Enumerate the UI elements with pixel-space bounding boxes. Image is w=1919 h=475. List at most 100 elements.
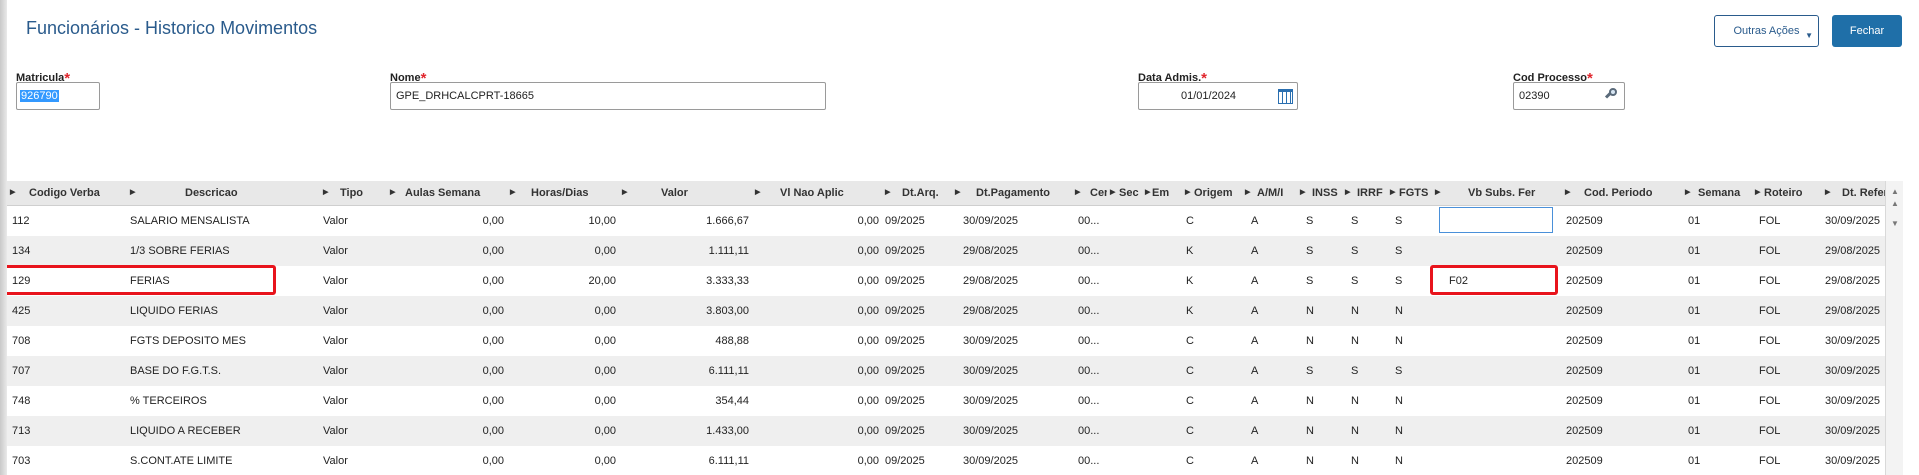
column-header[interactable]: ▶ Semana (1682, 181, 1752, 205)
table-cell: S (1395, 275, 1403, 287)
column-header[interactable]: ▶ Tipo (320, 181, 387, 205)
table-cell: 01 (1688, 365, 1701, 377)
table-cell: N (1306, 455, 1314, 467)
column-header-label: Horas/Dias (531, 187, 589, 199)
column-header[interactable]: ▶ Sec (1107, 181, 1142, 205)
outras-acoes-button[interactable]: Outras Ações ▼ (1714, 15, 1819, 47)
table-row[interactable]: 707 BASE DO F.G.T.S. Valor 0,00 0,00 6.111,11… (7, 356, 1903, 386)
search-icon[interactable] (1604, 88, 1618, 100)
column-header[interactable]: ▶ Cer (1072, 181, 1107, 205)
table-cell: 0,00 (482, 425, 504, 437)
table-cell: S (1306, 215, 1314, 227)
table-cell: FGTS DEPOSITO MES (130, 335, 246, 347)
table-cell: 00... (1078, 365, 1100, 377)
vertical-scrollbar[interactable]: ▲ ▲ ▼ (1885, 181, 1903, 475)
calendar-icon[interactable] (1278, 89, 1293, 104)
table-cell: K (1186, 275, 1194, 287)
column-header[interactable]: ▶ Roteiro (1752, 181, 1822, 205)
column-header[interactable]: ▶ A/M/I (1242, 181, 1297, 205)
highlight-box-descricao (7, 265, 276, 295)
table-cell: S (1351, 215, 1359, 227)
table-row[interactable]: 703 S.CONT.ATE LIMITE Valor 0,00 0,00 6.111,1… (7, 446, 1903, 475)
vb-subs-fer-edit-cell[interactable] (1439, 207, 1553, 233)
column-header[interactable]: ▶ Valor (619, 181, 752, 205)
column-header[interactable]: ▶ Dt.Arq. (882, 181, 952, 205)
table-cell: 0,00 (857, 455, 879, 467)
column-header[interactable]: ▶ Em (1142, 181, 1182, 205)
table-cell: A (1251, 215, 1259, 227)
column-header[interactable]: ▶ Dt.Pagamento (952, 181, 1072, 205)
table-cell (1449, 356, 1573, 386)
table-cell: S (1395, 365, 1403, 377)
data-admis-field[interactable]: 01/01/2024 (1138, 82, 1298, 110)
nome-field[interactable]: GPE_DRHCALCPRT-18665 (390, 82, 826, 110)
column-header-label: Em (1152, 187, 1170, 199)
table-cell: LIQUIDO A RECEBER (130, 425, 241, 437)
table-cell: 01 (1688, 305, 1701, 317)
table-cell: 112 (12, 215, 30, 227)
table-cell: 0,00 (482, 395, 504, 407)
nome-value: GPE_DRHCALCPRT-18665 (396, 90, 534, 102)
table-row[interactable]: 713 LIQUIDO A RECEBER Valor 0,00 0,00 1.433,0… (7, 416, 1903, 446)
cod-processo-field[interactable]: 02390 (1513, 82, 1625, 110)
table-cell: 202509 (1566, 395, 1603, 407)
table-cell: 00... (1078, 455, 1100, 467)
sort-arrow-icon: ▶ (755, 189, 761, 196)
table-row[interactable]: 112 SALARIO MENSALISTA Valor 0,00 10,00 1.666… (7, 206, 1903, 236)
column-header[interactable]: ▶ FGTS (1387, 181, 1432, 205)
table-cell: N (1395, 335, 1403, 347)
column-header-label: Dt.Arq. (902, 187, 939, 199)
scroll-up-icon[interactable]: ▲ (1890, 199, 1900, 209)
table-cell: S (1351, 245, 1359, 257)
column-header-label: Cer (1090, 187, 1107, 199)
page-title: Funcionários - Historico Movimentos (26, 18, 318, 38)
column-header[interactable]: ▶ Vl Nao Aplic (752, 181, 882, 205)
column-header-label: Sec (1119, 187, 1139, 199)
column-header-label: Vb Subs. Fer (1468, 187, 1536, 199)
table-row[interactable]: 748 % TERCEIROS Valor 0,00 0,00 354,44 0,00 09/… (7, 386, 1903, 416)
column-header-label: INSS (1312, 187, 1338, 199)
table-row[interactable]: 134 1/3 SOBRE FERIAS Valor 0,00 0,00 1.111,11… (7, 236, 1903, 266)
table-cell: 00... (1078, 395, 1100, 407)
table-cell: 09/2025 (885, 305, 925, 317)
column-header[interactable]: ▶ Descricao (127, 181, 320, 205)
table-cell (1110, 326, 1139, 356)
table-cell: 707 (12, 365, 31, 377)
table-cell: 202509 (1566, 365, 1603, 377)
table-row[interactable]: 425 LIQUIDO FERIAS Valor 0,00 0,00 3.803,00 0,… (7, 296, 1903, 326)
sort-arrow-icon: ▶ (130, 189, 136, 196)
table-cell: 0,00 (594, 365, 616, 377)
column-header[interactable]: ▶ INSS (1297, 181, 1342, 205)
table-row[interactable]: 129 FERIAS Valor 0,00 20,00 3.333,33 0,00 09/20… (7, 266, 1903, 296)
matricula-field[interactable]: 926790 (16, 82, 100, 110)
column-header-label: Valor (661, 187, 688, 199)
movimentos-grid: ▶ Codigo Verba ▶ Descricao ▶ Tipo ▶ Aulas Seman… (7, 181, 1903, 475)
column-header[interactable]: ▶ Origem (1182, 181, 1242, 205)
table-cell: C (1186, 425, 1194, 437)
sort-arrow-icon: ▶ (1825, 189, 1831, 196)
column-header[interactable]: ▶ IRRF (1342, 181, 1387, 205)
table-cell: 1.666,67 (706, 215, 749, 227)
fechar-button[interactable]: Fechar (1832, 15, 1902, 47)
table-cell: 20,00 (588, 275, 616, 287)
column-header[interactable]: ▶ Aulas Semana (387, 181, 507, 205)
table-cell (1449, 446, 1573, 475)
column-header[interactable]: ▶ Codigo Verba (7, 181, 127, 205)
column-header[interactable]: ▶ Horas/Dias (507, 181, 619, 205)
column-header[interactable]: ▶ Cod. Periodo (1562, 181, 1682, 205)
table-cell: 202509 (1566, 335, 1603, 347)
sort-arrow-icon: ▶ (1755, 189, 1761, 196)
table-row[interactable]: 708 FGTS DEPOSITO MES Valor 0,00 0,00 488,88 0… (7, 326, 1903, 356)
table-cell: 30/09/2025 (963, 215, 1019, 227)
table-cell: 0,00 (594, 305, 616, 317)
table-cell: C (1186, 215, 1194, 227)
sort-arrow-icon: ▶ (390, 189, 396, 196)
table-cell (1110, 416, 1139, 446)
column-header[interactable]: ▶ Vb Subs. Fer (1432, 181, 1562, 205)
scroll-down-icon[interactable]: ▼ (1890, 219, 1900, 229)
column-header-label: Codigo Verba (29, 187, 100, 199)
scroll-up-icon[interactable]: ▲ (1890, 187, 1900, 197)
table-cell: 0,00 (482, 455, 504, 467)
table-cell: N (1351, 305, 1359, 317)
column-header-label: A/M/I (1257, 187, 1284, 199)
